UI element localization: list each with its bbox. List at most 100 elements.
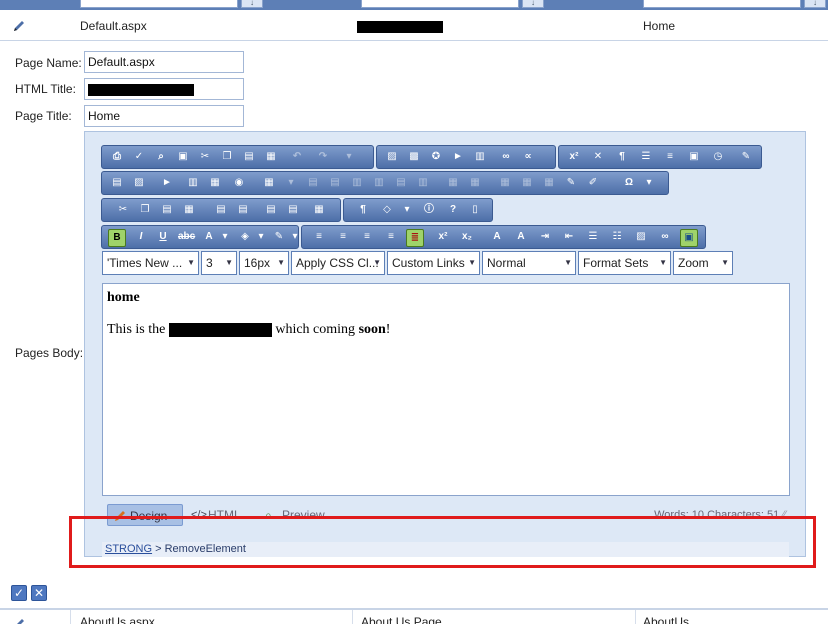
- indent-icon[interactable]: ⇥: [538, 230, 552, 244]
- image-map-icon[interactable]: ▩: [407, 150, 421, 164]
- copy-icon[interactable]: ❐: [138, 203, 152, 217]
- delete-row-icon[interactable]: ▤: [394, 176, 408, 190]
- pencil-icon[interactable]: ✎: [564, 176, 578, 190]
- undo-icon[interactable]: ↶: [290, 150, 304, 164]
- copy-icon[interactable]: ❐: [220, 150, 234, 164]
- bold-button[interactable]: B: [108, 229, 126, 247]
- chevron-down-icon[interactable]: ▾: [642, 176, 656, 190]
- merge-cells-icon[interactable]: ▦: [446, 176, 460, 190]
- flash-icon[interactable]: ✪: [429, 150, 443, 164]
- time-icon[interactable]: ◷: [711, 150, 725, 164]
- html-title-input[interactable]: [84, 78, 244, 100]
- help-icon[interactable]: ?: [446, 203, 460, 217]
- pencil-icon[interactable]: [12, 617, 26, 624]
- filter-input-page-title[interactable]: [643, 0, 801, 8]
- paste-as-html-icon[interactable]: ▤: [286, 203, 300, 217]
- select-all-icon[interactable]: ▣: [176, 150, 190, 164]
- image-icon[interactable]: ▨: [385, 150, 399, 164]
- paste-word-icon[interactable]: ▤: [214, 203, 228, 217]
- cut-icon[interactable]: ✂: [116, 203, 130, 217]
- highlight-icon[interactable]: ◈: [238, 230, 252, 244]
- paste-icon[interactable]: ▤: [242, 150, 256, 164]
- document-manager-icon[interactable]: ▥: [186, 176, 200, 190]
- html-tag-icon[interactable]: ◇: [380, 203, 394, 217]
- filter-input-page-name[interactable]: [80, 0, 238, 8]
- template-icon[interactable]: ▤: [110, 176, 124, 190]
- mobile-icon[interactable]: ▯: [468, 203, 482, 217]
- paste-word-clean-icon[interactable]: ▤: [236, 203, 250, 217]
- page-name-input[interactable]: [84, 51, 244, 73]
- split-cell-icon[interactable]: ▦: [468, 176, 482, 190]
- font-name-dropdown[interactable]: 'Times New ... ▼: [102, 251, 199, 275]
- pencil-icon[interactable]: [12, 19, 26, 33]
- underline-button[interactable]: U: [156, 230, 170, 244]
- horizontal-rule-icon[interactable]: ≡: [663, 150, 677, 164]
- chevron-down-icon[interactable]: ▾: [342, 150, 356, 164]
- superscript-icon[interactable]: x²: [436, 230, 450, 244]
- image-icon[interactable]: ▨: [634, 230, 648, 244]
- filter-button-page-title[interactable]: ↓: [804, 0, 826, 8]
- align-right-icon[interactable]: ≡: [360, 230, 374, 244]
- table-row[interactable]: AboutUs.aspx About Us Page AboutUs: [0, 609, 828, 624]
- anchor-button[interactable]: ▣: [680, 229, 698, 247]
- omega-icon[interactable]: Ω: [622, 176, 636, 190]
- cell-properties-icon[interactable]: ▦: [498, 176, 512, 190]
- delete-table-icon[interactable]: ▦: [542, 176, 556, 190]
- chevron-down-icon[interactable]: ▾: [400, 203, 414, 217]
- italic-button[interactable]: I: [134, 230, 148, 244]
- table-properties-icon[interactable]: ▦: [520, 176, 534, 190]
- font-color-icon[interactable]: A: [202, 230, 216, 244]
- align-center-icon[interactable]: ≡: [336, 230, 350, 244]
- chevron-down-icon[interactable]: ▾: [284, 176, 298, 190]
- update-button[interactable]: ✓: [11, 585, 27, 601]
- media-manager-icon[interactable]: ►: [160, 176, 174, 190]
- clear-format-icon[interactable]: ✕: [591, 150, 605, 164]
- insert-column-right-icon[interactable]: ▥: [372, 176, 386, 190]
- globe-icon[interactable]: ◉: [232, 176, 246, 190]
- insert-row-below-icon[interactable]: ▤: [328, 176, 342, 190]
- media-icon[interactable]: ►: [451, 150, 465, 164]
- redo-icon[interactable]: ↷: [316, 150, 330, 164]
- justify-none-button[interactable]: ≣: [406, 229, 424, 247]
- page-title-input[interactable]: [84, 105, 244, 127]
- template-manager-icon[interactable]: ▦: [208, 176, 222, 190]
- table-row-selected[interactable]: Default.aspx Home: [0, 12, 828, 41]
- format-sets-dropdown[interactable]: Format Sets ▼: [578, 251, 671, 275]
- paste-plain-icon[interactable]: ▤: [264, 203, 278, 217]
- subscript-icon[interactable]: x₂: [460, 230, 474, 244]
- link-icon[interactable]: ∞: [499, 150, 513, 164]
- strikethrough-button[interactable]: abc: [178, 230, 195, 244]
- filter-input-html-title[interactable]: [361, 0, 519, 8]
- font-size-icon[interactable]: A: [514, 230, 528, 244]
- align-left-icon[interactable]: ≡: [312, 230, 326, 244]
- date-icon[interactable]: ▣: [687, 150, 701, 164]
- filter-button-page-name[interactable]: ↓: [241, 0, 263, 8]
- custom-links-dropdown[interactable]: Custom Links ▼: [387, 251, 480, 275]
- table-icon[interactable]: ▦: [262, 176, 276, 190]
- paste-markdown-icon[interactable]: ▦: [182, 203, 196, 217]
- unlink-icon[interactable]: ∝: [521, 150, 535, 164]
- real-font-size-dropdown[interactable]: 16px ▼: [239, 251, 289, 275]
- chevron-down-icon[interactable]: ▾: [218, 230, 232, 244]
- link-icon[interactable]: ∞: [658, 230, 672, 244]
- insert-column-left-icon[interactable]: ▥: [350, 176, 364, 190]
- delete-column-icon[interactable]: ▥: [416, 176, 430, 190]
- find-replace-icon[interactable]: ⌕: [154, 150, 168, 164]
- format-painter-icon[interactable]: ✎: [272, 230, 286, 244]
- insert-row-above-icon[interactable]: ▤: [306, 176, 320, 190]
- filter-button-html-title[interactable]: ↓: [522, 0, 544, 8]
- font-size-dropdown[interactable]: 3 ▼: [201, 251, 237, 275]
- edit-icon[interactable]: ✐: [586, 176, 600, 190]
- chevron-down-icon[interactable]: ▾: [288, 230, 302, 244]
- symbol-icon[interactable]: ☰: [639, 150, 653, 164]
- justify-icon[interactable]: ≡: [384, 230, 398, 244]
- paste-icon[interactable]: ▤: [160, 203, 174, 217]
- paste-html-icon[interactable]: ▦: [312, 203, 326, 217]
- superscript-icon[interactable]: x²: [567, 150, 581, 164]
- format-stripper-icon[interactable]: ✎: [739, 150, 753, 164]
- zoom-dropdown[interactable]: Zoom ▼: [673, 251, 733, 275]
- chevron-down-icon[interactable]: ▾: [254, 230, 268, 244]
- bullet-list-icon[interactable]: ☷: [610, 230, 624, 244]
- image-manager-icon[interactable]: ▨: [132, 176, 146, 190]
- outdent-icon[interactable]: ⇤: [562, 230, 576, 244]
